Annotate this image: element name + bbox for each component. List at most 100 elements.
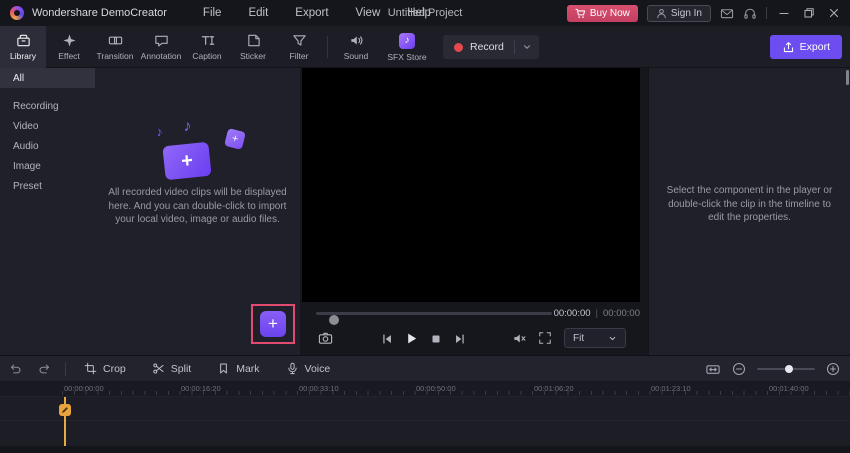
- tab-transition-label: Transition: [96, 51, 134, 61]
- timeline-scrollbar-track[interactable]: [0, 446, 850, 453]
- transport-controls: [380, 331, 467, 346]
- buy-now-button[interactable]: Buy Now: [566, 4, 638, 22]
- app-window: Wondershare DemoCreator File Edit Export…: [0, 0, 850, 453]
- titlebar: Wondershare DemoCreator File Edit Export…: [0, 0, 850, 26]
- menu-export[interactable]: Export: [295, 7, 328, 19]
- sidebar-item-preset[interactable]: Preset: [0, 176, 95, 196]
- sound-icon: [349, 33, 364, 48]
- filter-icon: [292, 33, 307, 48]
- sticker-icon: [246, 33, 261, 48]
- next-frame-icon[interactable]: [453, 332, 467, 346]
- stop-icon[interactable]: [429, 332, 443, 346]
- tab-sticker[interactable]: Sticker: [230, 26, 276, 68]
- sidebar-item-image[interactable]: Image: [0, 156, 95, 176]
- tab-annotation-label: Annotation: [140, 51, 182, 61]
- voice-mic-icon: [286, 362, 299, 375]
- player-panel: 00:00:00 | 00:00:00 Fit: [300, 68, 648, 355]
- time-display: 00:00:00 | 00:00:00: [554, 305, 640, 322]
- tab-filter[interactable]: Filter: [276, 26, 322, 68]
- ruler-label: 00:00:00:00: [64, 384, 104, 393]
- ruler-label: 00:01:06:20: [534, 384, 574, 393]
- sidebar-item-all[interactable]: All: [0, 68, 95, 88]
- caption-icon: [200, 33, 215, 48]
- support-headset-icon[interactable]: [743, 7, 757, 20]
- video-preview[interactable]: [302, 68, 640, 302]
- restore-window-button[interactable]: [801, 0, 817, 26]
- media-box-icon: +: [161, 141, 212, 181]
- chevron-down-icon[interactable]: [522, 42, 532, 52]
- music-note-icon: ♪: [183, 118, 192, 135]
- fullscreen-icon[interactable]: [538, 331, 552, 345]
- fit-timeline-icon[interactable]: [705, 362, 721, 377]
- tab-annotation[interactable]: Annotation: [138, 26, 184, 68]
- mail-icon[interactable]: [720, 7, 734, 20]
- ruler-label: 00:00:33:10: [299, 384, 339, 393]
- zoom-fit-select[interactable]: Fit: [564, 328, 626, 348]
- sidebar-item-recording[interactable]: Recording: [0, 96, 95, 116]
- tab-sfx-store[interactable]: ♪ SFX Store: [379, 26, 435, 68]
- timeline-zoom-slider[interactable]: [757, 365, 815, 373]
- toolbar-separator: [65, 361, 66, 376]
- person-icon: [656, 8, 667, 19]
- zoom-out-icon[interactable]: [732, 362, 746, 376]
- export-button[interactable]: Export: [769, 35, 842, 59]
- track-divider: [0, 420, 850, 421]
- import-media-button[interactable]: +: [260, 311, 286, 337]
- record-button[interactable]: Record: [443, 35, 539, 59]
- ruler-label: 00:00:16:20: [181, 384, 221, 393]
- menu-view[interactable]: View: [356, 7, 381, 19]
- seek-bar[interactable]: [316, 312, 552, 325]
- menu-edit[interactable]: Edit: [248, 7, 268, 19]
- minimize-button[interactable]: [776, 0, 792, 26]
- undo-button[interactable]: [0, 362, 30, 376]
- tab-transition[interactable]: Transition: [92, 26, 138, 68]
- previous-frame-icon[interactable]: [380, 332, 394, 346]
- properties-panel: Select the component in the player or do…: [648, 68, 850, 355]
- voice-button[interactable]: Voice: [273, 356, 344, 381]
- scrollbar-thumb[interactable]: [846, 70, 849, 85]
- export-label: Export: [799, 41, 830, 53]
- zoom-in-icon[interactable]: [826, 362, 840, 376]
- sidebar-item-preset-label: Preset: [13, 180, 42, 192]
- play-icon[interactable]: [404, 331, 419, 346]
- playhead-marker[interactable]: [59, 404, 71, 416]
- library-panel: ♪ ♪ + + All recorded video clips will be…: [95, 68, 300, 355]
- crop-button[interactable]: Crop: [71, 356, 139, 381]
- transition-icon: [108, 33, 123, 48]
- fit-label: Fit: [573, 332, 585, 344]
- mark-button[interactable]: Mark: [204, 356, 272, 381]
- zoom-slider-handle[interactable]: [785, 365, 793, 373]
- tab-library[interactable]: Library: [0, 26, 46, 68]
- tab-effect[interactable]: Effect: [46, 26, 92, 68]
- timeline-ruler[interactable]: 00:00:00:00 00:00:16:20 00:00:33:10 00:0…: [0, 381, 850, 397]
- media-toolbar: Library Effect Transition Annotation Cap…: [0, 26, 850, 68]
- snapshot-camera-icon[interactable]: [318, 331, 333, 346]
- annotation-icon: [154, 33, 169, 48]
- timeline-tracks[interactable]: [0, 397, 850, 446]
- redo-button[interactable]: [30, 362, 60, 376]
- split-button[interactable]: Split: [139, 356, 204, 381]
- sign-in-button[interactable]: Sign In: [646, 4, 711, 22]
- titlebar-right-controls: Buy Now Sign In: [566, 0, 842, 26]
- sidebar-item-video[interactable]: Video: [0, 116, 95, 136]
- mark-bookmark-icon: [217, 362, 230, 375]
- close-button[interactable]: [826, 0, 842, 26]
- sidebar-item-audio-label: Audio: [13, 140, 39, 152]
- menu-file[interactable]: File: [203, 7, 222, 19]
- buy-now-label: Buy Now: [589, 7, 630, 19]
- mini-media-box-icon: +: [223, 128, 246, 150]
- import-highlight-box: +: [251, 304, 295, 344]
- split-label: Split: [170, 362, 192, 375]
- record-label: Record: [470, 41, 504, 53]
- volume-icon[interactable]: [512, 331, 527, 346]
- sidebar-item-all-label: All: [13, 72, 25, 84]
- plus-glyph: +: [179, 148, 194, 173]
- properties-empty-text: Select the component in the player or do…: [666, 185, 833, 223]
- mark-label: Mark: [236, 362, 260, 375]
- seek-handle[interactable]: [329, 315, 339, 325]
- chevron-down-icon: [608, 334, 617, 343]
- tab-sound[interactable]: Sound: [333, 26, 379, 68]
- tab-caption[interactable]: Caption: [184, 26, 230, 68]
- sidebar-item-audio[interactable]: Audio: [0, 136, 95, 156]
- ruler-label: 00:01:40:00: [769, 384, 809, 393]
